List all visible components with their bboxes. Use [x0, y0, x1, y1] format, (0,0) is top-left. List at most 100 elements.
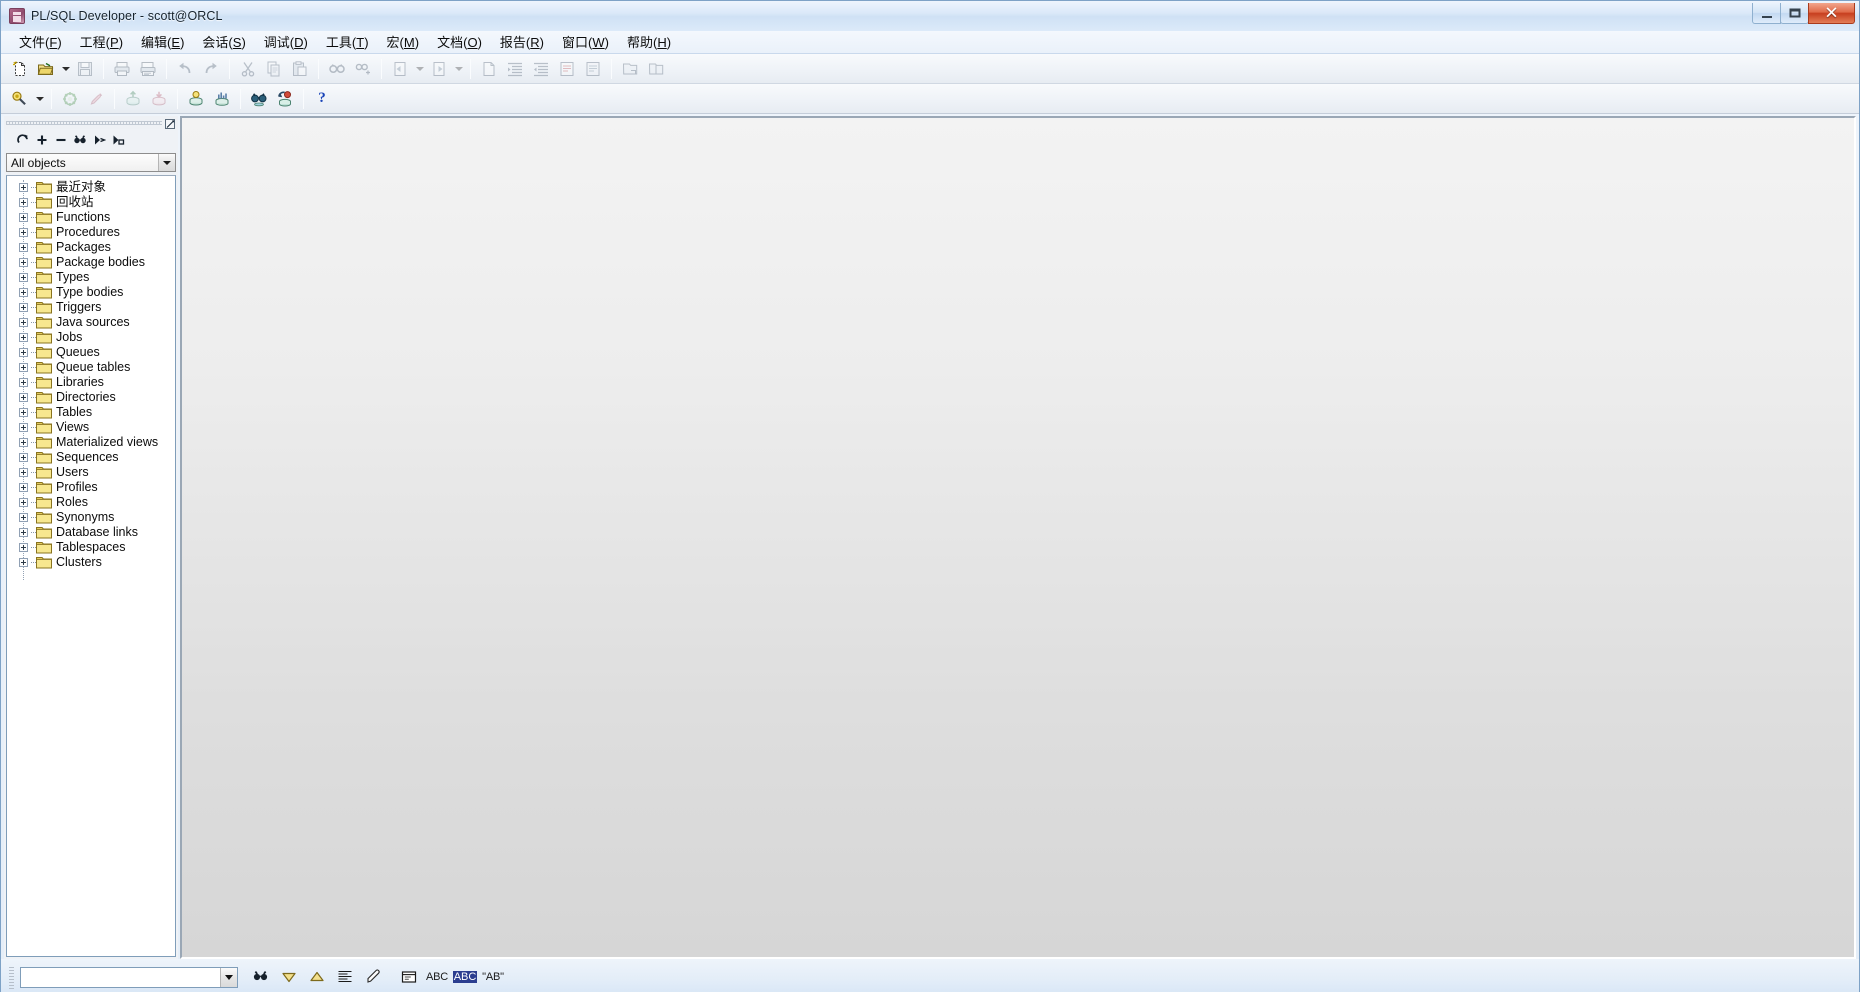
- find-next-icon[interactable]: [351, 57, 375, 81]
- tree-expander-icon[interactable]: [19, 558, 28, 567]
- tree-expander-icon[interactable]: [19, 258, 28, 267]
- menu-item-file[interactable]: 文件(F): [10, 30, 71, 54]
- tree-item-java-sources[interactable]: Java sources: [7, 315, 175, 330]
- tree-expander-icon[interactable]: [19, 423, 28, 432]
- uncomment-icon[interactable]: [581, 57, 605, 81]
- tree-item-types[interactable]: Types: [7, 270, 175, 285]
- tree-item-sequences[interactable]: Sequences: [7, 450, 175, 465]
- find-down-icon[interactable]: [276, 964, 302, 990]
- execute-icon[interactable]: [58, 87, 82, 111]
- menu-item-document[interactable]: 文档(O): [428, 30, 491, 54]
- menu-item-session[interactable]: 会话(S): [193, 30, 254, 54]
- bottom-bar-drag-grip[interactable]: [5, 964, 18, 990]
- tree-item-tables[interactable]: Tables: [7, 405, 175, 420]
- statistics-icon[interactable]: [210, 87, 234, 111]
- tree-item-queue-tables[interactable]: Queue tables: [7, 360, 175, 375]
- tree-item-libraries[interactable]: Libraries: [7, 375, 175, 390]
- clear-icon[interactable]: [477, 57, 501, 81]
- tree-item-roles[interactable]: Roles: [7, 495, 175, 510]
- tree-expander-icon[interactable]: [19, 363, 28, 372]
- tree-item-type-bodies[interactable]: Type bodies: [7, 285, 175, 300]
- find-object-icon[interactable]: [70, 131, 89, 150]
- menu-item-tools[interactable]: 工具(T): [317, 30, 378, 54]
- highlight-icon[interactable]: [360, 964, 386, 990]
- next-window-icon[interactable]: [427, 57, 451, 81]
- open-folder-dropdown-arrow[interactable]: [59, 57, 72, 81]
- cut-icon[interactable]: [236, 57, 260, 81]
- collapse-all-icon[interactable]: [51, 131, 70, 150]
- find-in-window-icon[interactable]: [396, 964, 422, 990]
- tree-item-jobs[interactable]: Jobs: [7, 330, 175, 345]
- session-lock-icon[interactable]: [273, 87, 297, 111]
- configure-icon[interactable]: [108, 131, 127, 150]
- tree-expander-icon[interactable]: [19, 348, 28, 357]
- maximize-button[interactable]: [1780, 2, 1809, 24]
- tree-item-functions[interactable]: Functions: [7, 210, 175, 225]
- tree-expander-icon[interactable]: [19, 288, 28, 297]
- tree-item-package-bodies[interactable]: Package bodies: [7, 255, 175, 270]
- tree-expander-icon[interactable]: [19, 543, 28, 552]
- menu-item-help[interactable]: 帮助(H): [618, 30, 680, 54]
- print-preview-icon[interactable]: [136, 57, 160, 81]
- tree-item-[interactable]: 回收站: [7, 195, 175, 210]
- session-browser-icon[interactable]: [247, 87, 271, 111]
- prev-window-dropdown-arrow[interactable]: [413, 57, 426, 81]
- tree-item-triggers[interactable]: Triggers: [7, 300, 175, 315]
- tree-item-queues[interactable]: Queues: [7, 345, 175, 360]
- print-icon[interactable]: [110, 57, 134, 81]
- find-input[interactable]: [21, 968, 220, 986]
- save-icon[interactable]: [73, 57, 97, 81]
- tree-expander-icon[interactable]: [19, 468, 28, 477]
- open-folder-icon[interactable]: [34, 57, 58, 81]
- new-icon[interactable]: [8, 57, 32, 81]
- tree-expander-icon[interactable]: [19, 213, 28, 222]
- tree-expander-icon[interactable]: [19, 243, 28, 252]
- prev-window-icon[interactable]: [388, 57, 412, 81]
- comment-icon[interactable]: [555, 57, 579, 81]
- next-window-dropdown-arrow[interactable]: [452, 57, 465, 81]
- tree-item-packages[interactable]: Packages: [7, 240, 175, 255]
- find-text-icon[interactable]: [248, 964, 274, 990]
- regex-icon[interactable]: "AB": [480, 964, 506, 990]
- tree-item-clusters[interactable]: Clusters: [7, 555, 175, 570]
- tree-expander-icon[interactable]: [19, 498, 28, 507]
- refresh-icon[interactable]: [13, 131, 32, 150]
- tree-expander-icon[interactable]: [19, 198, 28, 207]
- explain-plan-icon[interactable]: [8, 87, 32, 111]
- tree-expander-icon[interactable]: [19, 183, 28, 192]
- tree-expander-icon[interactable]: [19, 333, 28, 342]
- split-window-icon[interactable]: [644, 57, 668, 81]
- find-icon[interactable]: [325, 57, 349, 81]
- expand-all-icon[interactable]: [32, 131, 51, 150]
- tree-expander-icon[interactable]: [19, 393, 28, 402]
- rollback-icon[interactable]: [147, 87, 171, 111]
- menu-item-edit[interactable]: 编辑(E): [132, 30, 193, 54]
- object-filter-combobox[interactable]: All objects: [6, 153, 176, 172]
- test-icon[interactable]: [184, 87, 208, 111]
- tree-item-materialized-views[interactable]: Materialized views: [7, 435, 175, 450]
- tree-item-database-links[interactable]: Database links: [7, 525, 175, 540]
- find-combobox[interactable]: [20, 966, 238, 988]
- tree-item-directories[interactable]: Directories: [7, 390, 175, 405]
- panel-drag-grip[interactable]: [4, 116, 178, 129]
- indent-icon[interactable]: [503, 57, 527, 81]
- menu-item-report[interactable]: 报告(R): [491, 30, 553, 54]
- tree-item-users[interactable]: Users: [7, 465, 175, 480]
- tree-expander-icon[interactable]: [19, 528, 28, 537]
- tree-item-procedures[interactable]: Procedures: [7, 225, 175, 240]
- paste-icon[interactable]: [288, 57, 312, 81]
- tree-expander-icon[interactable]: [19, 513, 28, 522]
- mdi-client-area[interactable]: [180, 116, 1856, 959]
- redo-icon[interactable]: [199, 57, 223, 81]
- menu-item-debug[interactable]: 调试(D): [255, 30, 317, 54]
- copy-window-icon[interactable]: [618, 57, 642, 81]
- tree-expander-icon[interactable]: [19, 273, 28, 282]
- explain-plan-dropdown-arrow[interactable]: [33, 87, 46, 111]
- menu-item-window[interactable]: 窗口(W): [553, 30, 618, 54]
- outdent-icon[interactable]: [529, 57, 553, 81]
- tree-item-views[interactable]: Views: [7, 420, 175, 435]
- tree-expander-icon[interactable]: [19, 228, 28, 237]
- panel-close-icon[interactable]: [165, 117, 176, 129]
- chevron-down-icon[interactable]: [220, 967, 237, 987]
- close-button[interactable]: ✕: [1808, 2, 1855, 24]
